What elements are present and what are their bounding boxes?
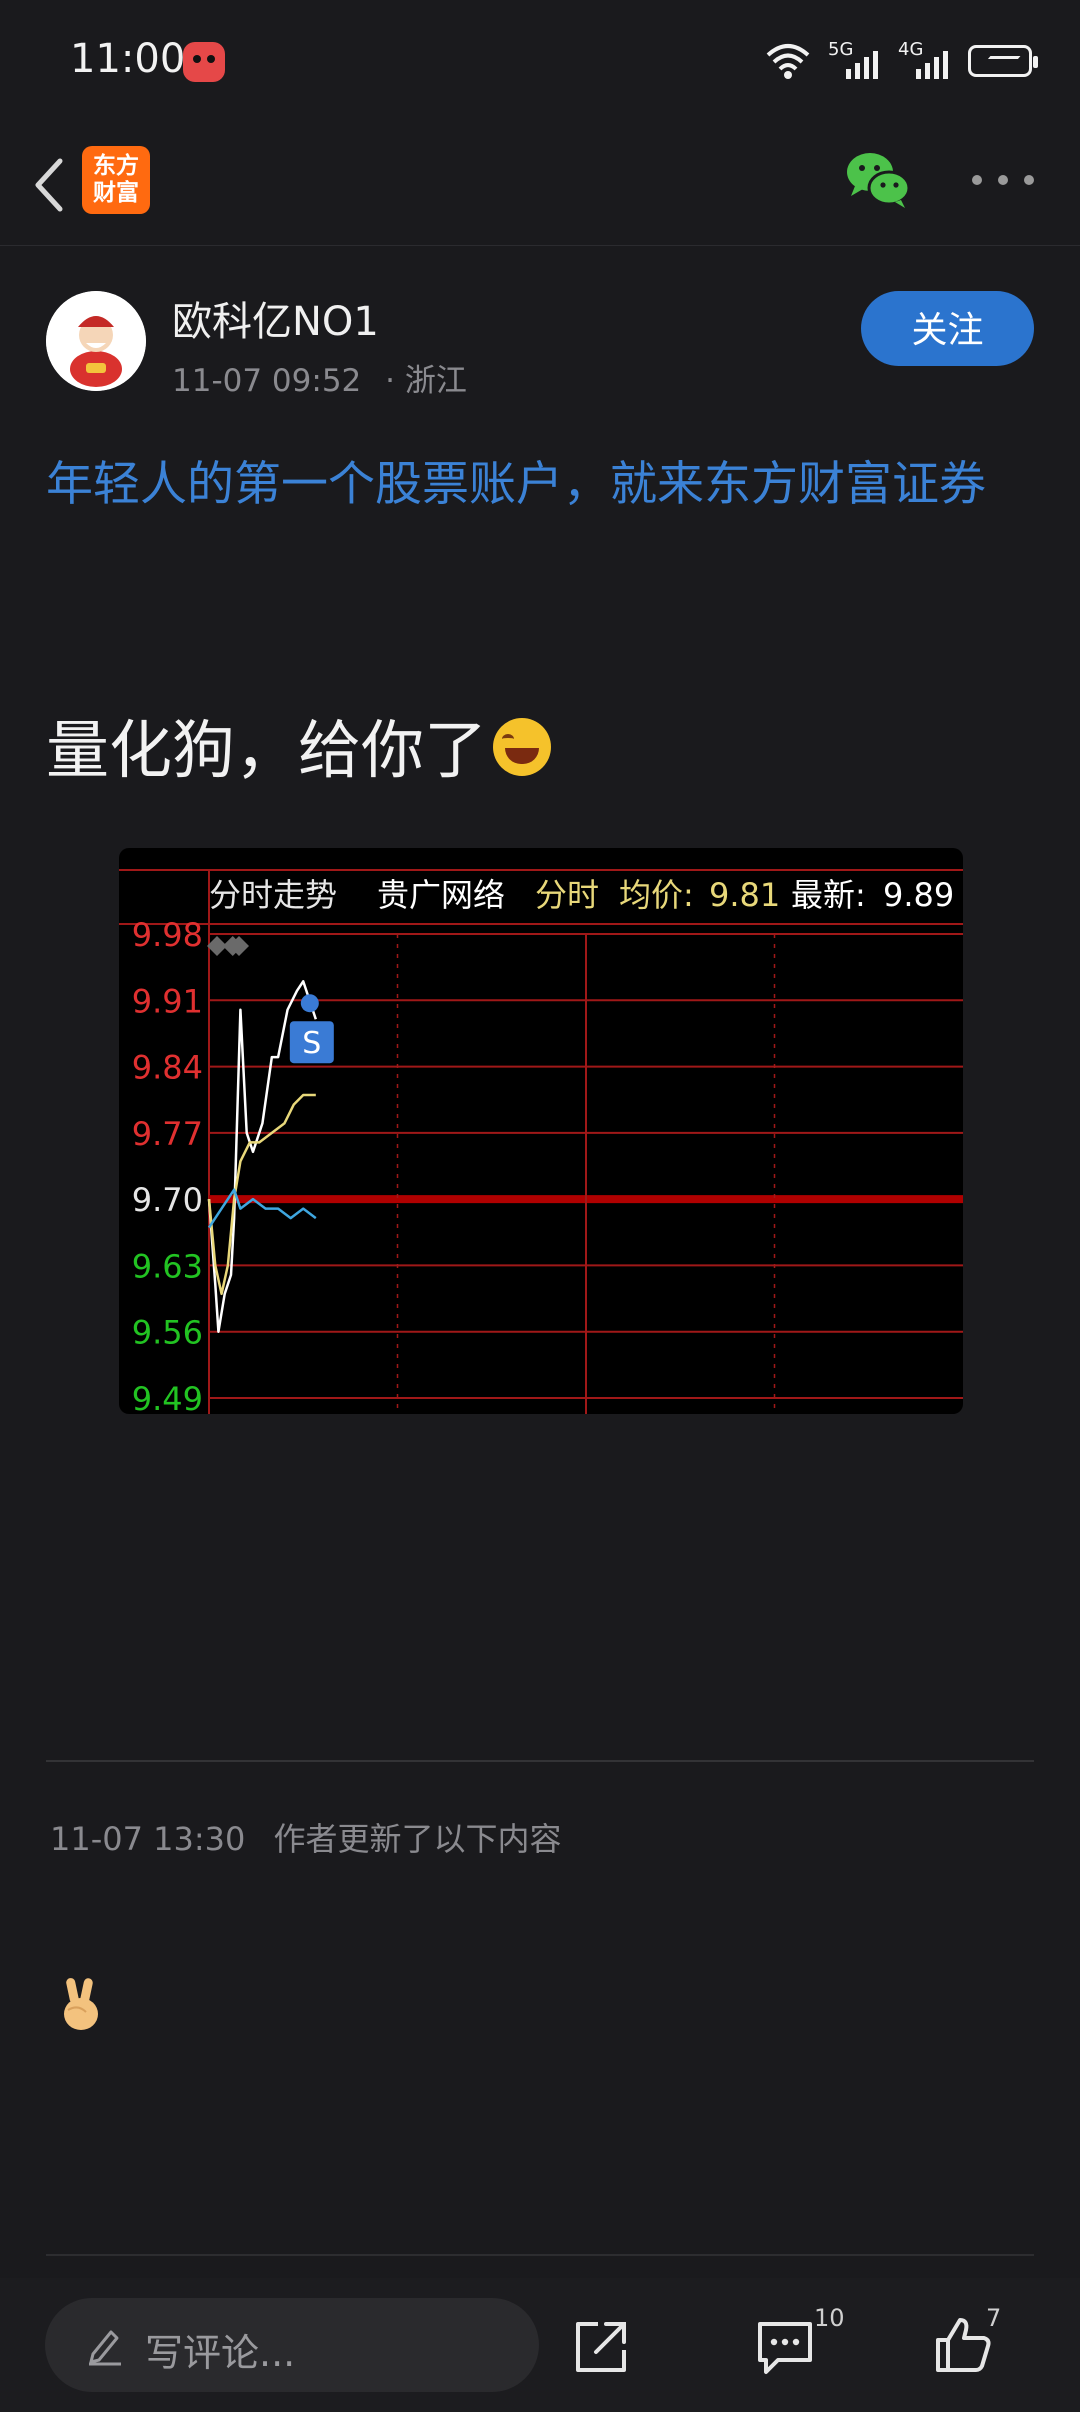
chart-mode-label: 分时 xyxy=(535,876,599,914)
y-tick-label: 9.98 xyxy=(132,916,203,954)
laughing-emoji-icon xyxy=(493,718,551,776)
update-text: 作者更新了以下内容 xyxy=(273,1820,562,1858)
post-timestamp: 11-07 09:52 xyxy=(172,363,362,399)
post-body-text: 量化狗，给你了 xyxy=(46,700,551,791)
promo-link[interactable]: 年轻人的第一个股票账户，就来东方财富证券 xyxy=(46,446,1042,524)
y-tick-label: 9.70 xyxy=(132,1181,203,1219)
avatar[interactable] xyxy=(46,291,146,391)
sell-marker-dot xyxy=(300,994,319,1013)
update-time: 11-07 13:30 xyxy=(50,1820,246,1858)
bottom-divider xyxy=(46,2254,1034,2256)
comment-input[interactable]: 写评论... xyxy=(45,2298,539,2392)
chart-y-labels: 9.98 9.91 9.84 9.77 9.70 9.63 9.56 9.49 xyxy=(132,916,203,1414)
comment-count: 10 xyxy=(814,2304,845,2332)
back-arrow-icon[interactable] xyxy=(28,155,78,215)
notification-badge-icon xyxy=(183,42,225,82)
post-location: · 浙江 xyxy=(385,363,467,399)
y-tick-label: 9.49 xyxy=(132,1380,203,1414)
chart-header: 分时走势 贵广网络 分时 均价: 9.81 最新: 9.89 xyxy=(209,876,954,914)
post-author-row: 欧科亿NO1 11-07 09:52 · 浙江 关注 xyxy=(0,285,1080,405)
comment-placeholder: 写评论... xyxy=(145,2331,296,2375)
chart-avg-label: 均价: xyxy=(619,876,694,914)
like-count: 7 xyxy=(986,2304,1002,2332)
author-name[interactable]: 欧科亿NO1 xyxy=(172,289,379,347)
signal-5g-icon: 5G xyxy=(828,39,882,81)
status-time: 11:00 xyxy=(70,36,186,82)
app-logo-line1: 东方 xyxy=(93,153,139,179)
y-tick-label: 9.56 xyxy=(132,1314,203,1352)
signal-4g-icon: 4G xyxy=(898,39,952,81)
y-tick-label: 9.77 xyxy=(132,1115,203,1153)
update-notice: 11-07 13:30 作者更新了以下内容 xyxy=(50,1814,562,1860)
thumbs-up-icon[interactable] xyxy=(932,2314,994,2376)
y-tick-label: 9.84 xyxy=(132,1049,203,1087)
chart-series: S xyxy=(207,936,334,1333)
battery-charging-icon xyxy=(968,45,1038,77)
chart-latest-value: 9.89 xyxy=(883,876,954,914)
sell-marker-label: S xyxy=(302,1026,321,1061)
app-logo[interactable]: 东方 财富 xyxy=(82,146,150,214)
y-tick-label: 9.63 xyxy=(132,1247,203,1285)
victory-hand-emoji-icon xyxy=(64,1978,98,2030)
share-icon[interactable] xyxy=(572,2318,630,2376)
intraday-chart: S 9.98 9.91 9.84 9.77 9.70 9.63 9.56 9.49 分时走势 … xyxy=(119,869,963,1414)
follow-button[interactable]: 关注 xyxy=(861,291,1034,366)
chart-avg-value: 9.81 xyxy=(709,876,780,914)
chart-grid xyxy=(119,869,963,1414)
chart-stock-name: 贵广网络 xyxy=(377,876,505,914)
section-divider xyxy=(46,1760,1034,1762)
status-bar: 11:00 5G 4G xyxy=(0,0,1080,125)
comment-icon[interactable] xyxy=(754,2318,816,2376)
pen-icon xyxy=(89,2330,121,2366)
more-options-icon[interactable] xyxy=(972,172,1034,188)
bottom-action-bar: 写评论... 10 7 xyxy=(0,2278,1080,2412)
chart-latest-label: 最新: xyxy=(791,876,866,914)
app-logo-line2: 财富 xyxy=(93,180,139,206)
post-meta: 11-07 09:52 · 浙江 xyxy=(172,355,467,400)
wechat-share-icon[interactable] xyxy=(845,150,911,210)
status-icons: 5G 4G xyxy=(764,38,1038,84)
post-body-label: 量化狗，给你了 xyxy=(46,714,487,787)
chart-title: 分时走势 xyxy=(209,876,337,914)
wifi-icon xyxy=(766,44,810,79)
stock-chart-image[interactable]: S 9.98 9.91 9.84 9.77 9.70 9.63 9.56 9.49 分时走势 … xyxy=(119,848,963,1414)
app-bar: 东方 财富 xyxy=(0,125,1080,246)
y-tick-label: 9.91 xyxy=(132,982,203,1020)
